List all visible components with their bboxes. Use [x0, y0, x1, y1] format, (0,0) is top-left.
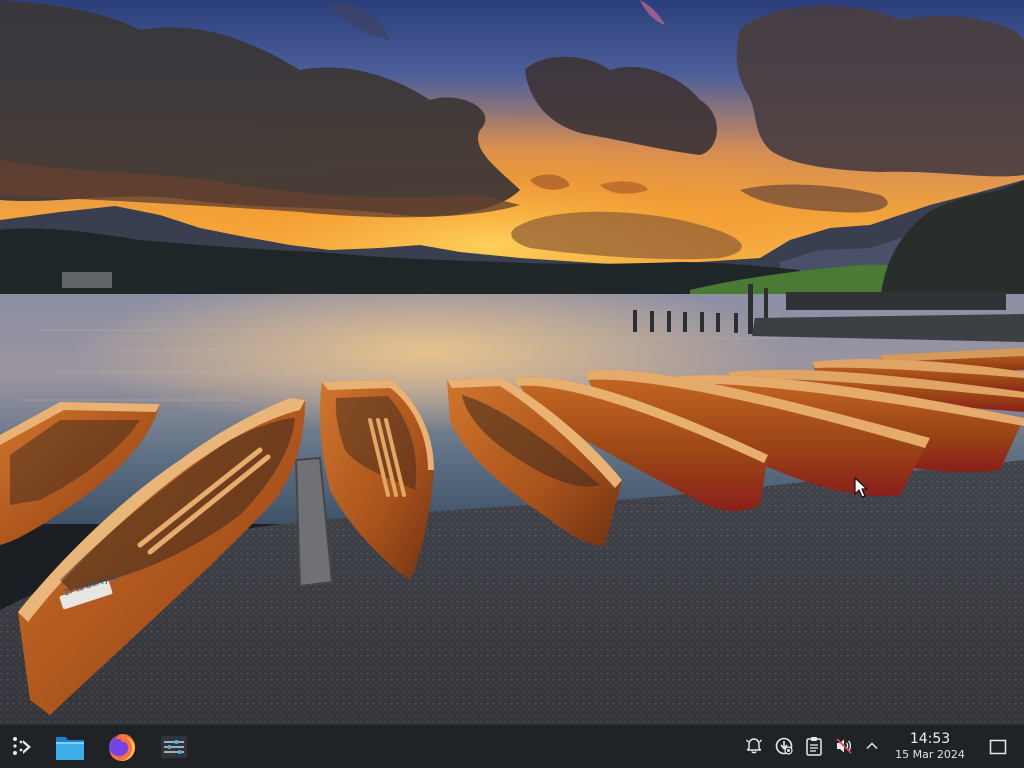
- clock-time: 14:53: [909, 731, 951, 747]
- updates-button[interactable]: [773, 735, 795, 757]
- taskbar: 14:53 15 Mar 2024: [0, 724, 1024, 768]
- notifications-button[interactable]: [743, 735, 765, 757]
- firefox-icon: [109, 734, 135, 761]
- file-manager-button[interactable]: [52, 729, 88, 765]
- bell-icon: [746, 738, 762, 754]
- expand-tray-button[interactable]: [861, 735, 883, 757]
- show-desktop-button[interactable]: [986, 735, 1010, 759]
- chevron-up-icon: [866, 742, 878, 750]
- application-launcher-button[interactable]: [4, 729, 40, 765]
- firefox-button[interactable]: [104, 729, 140, 765]
- clipboard-button[interactable]: [803, 735, 825, 757]
- kde-launcher-icon: [13, 737, 31, 755]
- clipboard-icon: [806, 737, 822, 756]
- volume-button[interactable]: [833, 735, 855, 757]
- system-settings-button[interactable]: [156, 729, 192, 765]
- settings-sliders-icon: [161, 736, 187, 758]
- digital-clock[interactable]: 14:53 15 Mar 2024: [884, 731, 976, 763]
- desktop-wallpaper: 2F to Darcy 4: [0, 0, 1024, 724]
- show-desktop-icon: [989, 739, 1007, 755]
- folder-icon: [56, 737, 84, 760]
- volume-muted-icon: [836, 738, 852, 754]
- update-icon: [775, 737, 793, 755]
- clock-date: 15 Mar 2024: [895, 748, 965, 761]
